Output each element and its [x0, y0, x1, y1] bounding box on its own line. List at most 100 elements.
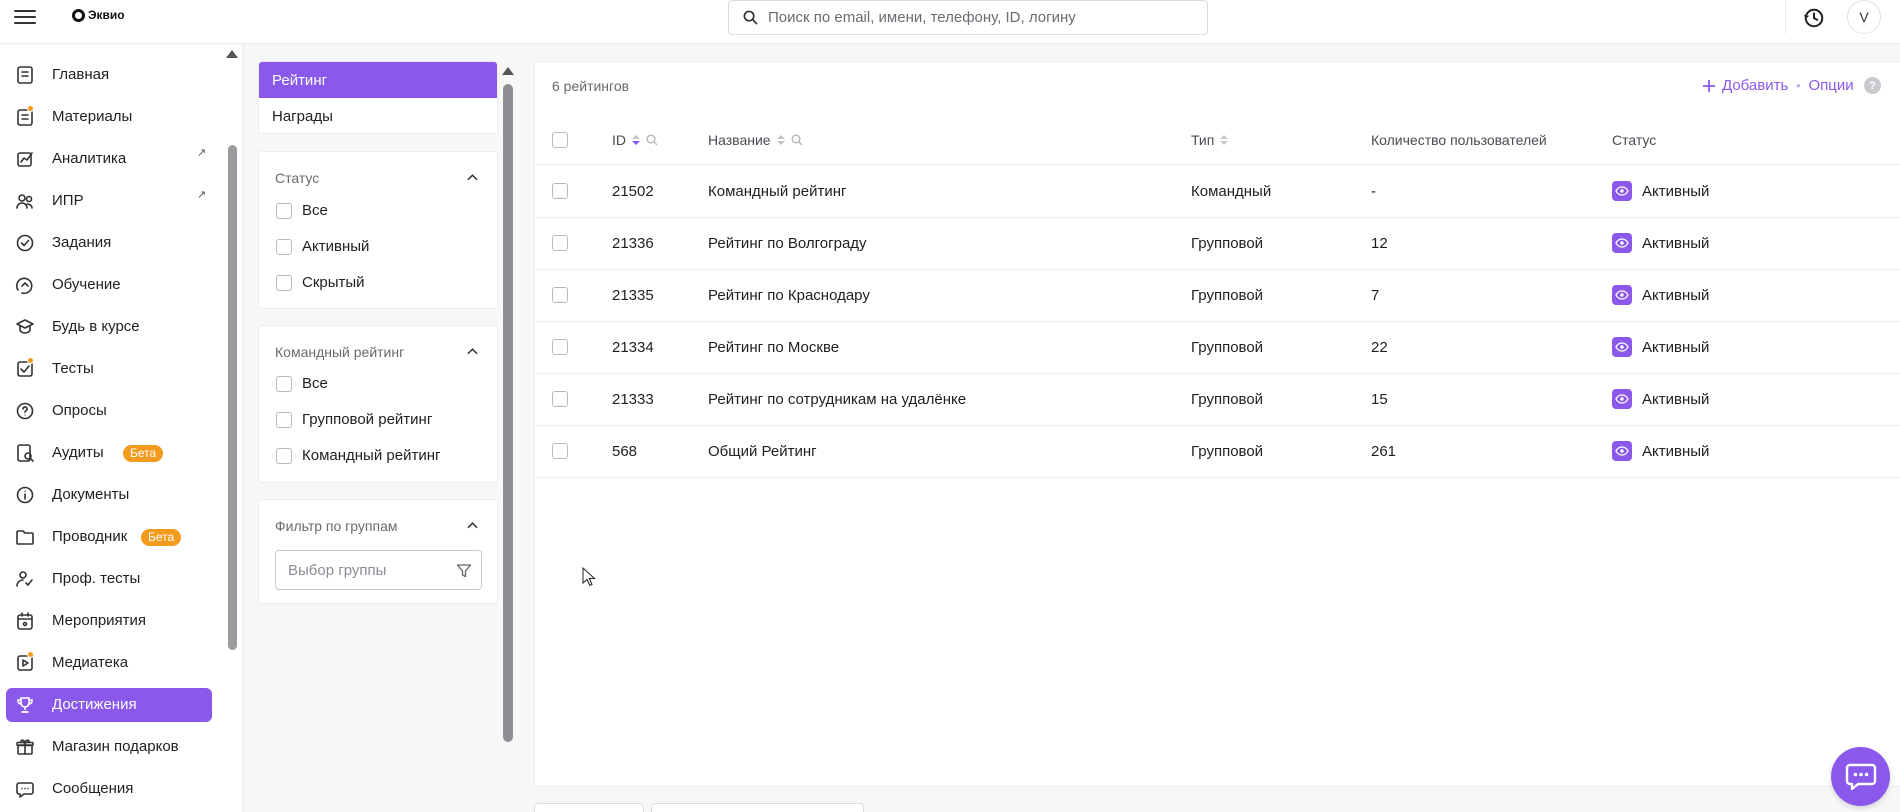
status-option-active[interactable]: Активный [276, 238, 369, 255]
global-search[interactable] [728, 0, 1208, 35]
table-row[interactable]: 21333 Рейтинг по сотрудникам на удалёнке Г… [535, 374, 1900, 426]
chevron-up-icon[interactable] [467, 520, 478, 531]
cell-status: Активный [1642, 443, 1710, 460]
menu-icon[interactable] [14, 8, 36, 26]
beta-badge: Бета [141, 529, 182, 546]
sidebar-item-4[interactable]: ИПР ↗ [6, 184, 212, 218]
sidebar-scrollbar[interactable] [228, 145, 237, 650]
cell-id: 21336 [612, 235, 654, 252]
checkbox[interactable] [276, 447, 292, 464]
sort-icon[interactable] [1220, 135, 1229, 145]
sidebar-item-label: Задания [52, 234, 112, 251]
cell-type: Групповой [1191, 443, 1264, 460]
pagination-controls[interactable] [534, 803, 644, 812]
checkbox[interactable] [276, 411, 292, 428]
column-header-name[interactable]: Название [708, 132, 803, 148]
sidebar-item-7[interactable]: Будь в курсе [6, 310, 212, 344]
checkbox[interactable] [276, 202, 292, 219]
app-logo[interactable]: Эквио [72, 8, 125, 22]
table-row[interactable]: 21335 Рейтинг по Краснодару Групповой 7 Акти… [535, 270, 1900, 322]
row-checkbox[interactable] [552, 183, 568, 199]
row-checkbox[interactable] [552, 443, 568, 459]
help-icon[interactable]: ? [1864, 77, 1881, 94]
sidebar-item-label: Проф. тесты [52, 570, 141, 587]
cell-status: Активный [1642, 391, 1710, 408]
tab-rating[interactable]: Рейтинг [259, 62, 497, 98]
group-select[interactable]: Выбор группы [275, 550, 482, 590]
cell-name[interactable]: Рейтинг по Москве [708, 339, 839, 356]
mouse-cursor-icon [582, 567, 596, 587]
sidebar-item-1[interactable]: Главная [6, 58, 212, 92]
ratings-table-card: 6 рейтингов Добавить • Опции ? ID Назван… [534, 61, 1900, 787]
eye-icon[interactable] [1612, 233, 1632, 253]
eye-icon[interactable] [1612, 441, 1632, 461]
sidebar-item-6[interactable]: Обучение [6, 268, 212, 302]
row-checkbox[interactable] [552, 391, 568, 407]
eye-icon[interactable] [1612, 389, 1632, 409]
sort-icon[interactable] [776, 135, 785, 145]
team-option-group[interactable]: Групповой рейтинг [276, 411, 432, 428]
column-header-type[interactable]: Тип [1191, 132, 1229, 148]
eye-icon[interactable] [1612, 337, 1632, 357]
row-checkbox[interactable] [552, 235, 568, 251]
sidebar-item-11[interactable]: Документы [6, 478, 212, 512]
sidebar-item-13[interactable]: Проф. тесты [6, 562, 212, 596]
eye-icon[interactable] [1612, 181, 1632, 201]
checkbox[interactable] [276, 238, 292, 255]
panel-scrollbar[interactable] [503, 84, 513, 742]
column-header-id[interactable]: ID [612, 132, 658, 148]
search-icon[interactable] [646, 134, 658, 146]
cell-name[interactable]: Командный рейтинг [708, 183, 846, 200]
table-row[interactable]: 21334 Рейтинг по Москве Групповой 22 Активны… [535, 322, 1900, 374]
tab-awards[interactable]: Награды [259, 98, 497, 133]
checkbox[interactable] [276, 375, 292, 392]
cell-name[interactable]: Рейтинг по Краснодару [708, 287, 870, 304]
panel-scroll-up-icon[interactable] [502, 67, 514, 75]
cell-name[interactable]: Общий Рейтинг [708, 443, 817, 460]
cell-name[interactable]: Рейтинг по Волгограду [708, 235, 867, 252]
search-input[interactable] [768, 9, 1188, 26]
sidebar-item-17[interactable]: Магазин подарков [6, 730, 212, 764]
checkbox[interactable] [276, 274, 292, 291]
user-avatar[interactable]: V [1847, 0, 1881, 34]
sort-icon[interactable] [632, 135, 640, 145]
sidebar-item-18[interactable]: Сообщения [6, 772, 212, 806]
history-icon[interactable] [1801, 5, 1827, 31]
sidebar-item-9[interactable]: Опросы [6, 394, 212, 428]
add-button[interactable]: Добавить [1702, 77, 1788, 94]
sidebar-item-8[interactable]: Тесты [6, 352, 212, 386]
select-all-checkbox[interactable] [552, 132, 568, 148]
row-checkbox[interactable] [552, 287, 568, 303]
table-header: ID Название Тип Количество пользователей… [535, 115, 1900, 165]
table-row[interactable]: 21502 Командный рейтинг Командный - Активный [535, 166, 1900, 218]
sidebar-item-16[interactable]: Достижения [6, 688, 212, 722]
sidebar-item-15[interactable]: Медиатека [6, 646, 212, 680]
team-option-all[interactable]: Все [276, 375, 328, 392]
sidebar-item-2[interactable]: Материалы [6, 100, 212, 134]
status-option-all[interactable]: Все [276, 202, 328, 219]
cell-name[interactable]: Рейтинг по сотрудникам на удалёнке [708, 391, 966, 408]
support-chat-button[interactable] [1831, 747, 1890, 806]
options-button[interactable]: Опции [1809, 77, 1854, 94]
eye-icon[interactable] [1612, 285, 1632, 305]
sidebar-item-10[interactable]: Аудиты Бета [6, 436, 212, 470]
sidebar-scroll-up-icon[interactable] [226, 50, 238, 58]
table-row[interactable]: 21336 Рейтинг по Волгограду Групповой 12 Акт… [535, 218, 1900, 270]
team-option-team[interactable]: Командный рейтинг [276, 447, 440, 464]
info-icon [16, 486, 34, 504]
sidebar-item-3[interactable]: Аналитика ↗ [6, 142, 212, 176]
sidebar-item-5[interactable]: Задания [6, 226, 212, 260]
page-size-select[interactable] [651, 803, 864, 812]
chevron-up-icon[interactable] [467, 172, 478, 183]
cell-users: 15 [1371, 391, 1388, 408]
sidebar-item-14[interactable]: Мероприятия [6, 604, 212, 638]
cell-users: - [1371, 183, 1376, 200]
user-check-icon [16, 571, 33, 587]
status-option-hidden[interactable]: Скрытый [276, 274, 365, 291]
row-checkbox[interactable] [552, 339, 568, 355]
sidebar-item-12[interactable]: Проводник Бета [6, 520, 212, 554]
chevron-up-icon[interactable] [467, 346, 478, 357]
column-label: Название [708, 132, 771, 148]
table-row[interactable]: 568 Общий Рейтинг Групповой 261 Активный [535, 426, 1900, 478]
search-icon[interactable] [791, 134, 803, 146]
